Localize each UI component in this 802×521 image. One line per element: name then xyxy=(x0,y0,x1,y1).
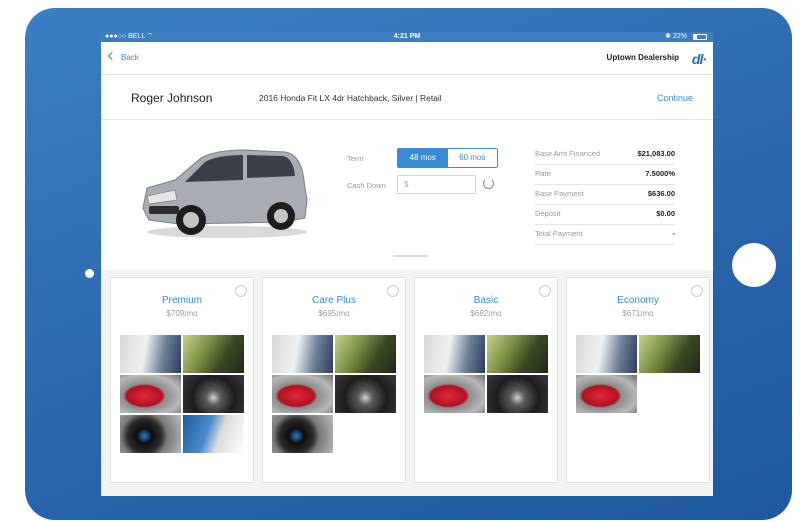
summary-value: $636.00 xyxy=(647,189,675,198)
status-bar: ●●●○○ BELL ⌔ 4:21 PM ✱ 22% xyxy=(101,32,713,42)
chevron-left-icon xyxy=(107,51,117,61)
summary-label: Rate xyxy=(535,169,551,178)
cash-down-input[interactable]: $ xyxy=(397,175,476,194)
camera-dot xyxy=(85,269,94,278)
dealer-name: Uptown Dealership xyxy=(606,53,679,62)
summary-row: Base Amt Financed $21,083.00 xyxy=(535,145,675,165)
taillight-icon xyxy=(576,375,637,413)
car-image xyxy=(142,149,308,238)
term-60-button[interactable]: 60 mos xyxy=(447,149,497,167)
gearshift-icon xyxy=(487,375,548,413)
payment-summary: Base Amt Financed $21,083.00 Rate 7.5000% Ba… xyxy=(535,145,675,245)
home-button[interactable] xyxy=(732,243,776,287)
package-card[interactable]: Care Plus $695/mo xyxy=(262,277,406,483)
summary-row: Rate 7.5000% xyxy=(535,165,675,185)
package-price: $671/mo xyxy=(622,309,654,318)
term-48-button[interactable]: 48 mos xyxy=(398,149,448,167)
summary-row: Base Payment $636.00 xyxy=(535,185,675,205)
summary-row: Deposit $0.00 xyxy=(535,205,675,225)
back-button[interactable]: Back xyxy=(107,51,139,62)
package-name: Economy xyxy=(617,295,659,306)
people-icon xyxy=(576,335,637,373)
road-icon xyxy=(639,335,700,373)
deal-header: Roger Johnson 2016 Honda Fit LX 4dr Hatc… xyxy=(101,75,713,120)
app-screen: ●●●○○ BELL ⌔ 4:21 PM ✱ 22% Back Uptown D… xyxy=(101,32,713,496)
summary-value: - xyxy=(672,229,676,238)
taillight-icon xyxy=(272,375,333,413)
knob-icon xyxy=(272,415,333,453)
status-time: 4:21 PM xyxy=(393,33,421,40)
summary-row: Total Payment - xyxy=(535,225,675,245)
summary-value: $0.00 xyxy=(656,209,675,218)
package-card[interactable]: Economy $671/mo xyxy=(566,277,710,483)
summary-label: Base Amt Financed xyxy=(535,149,601,158)
people-icon xyxy=(424,335,485,373)
customer-name: Roger Johnson xyxy=(131,91,213,105)
package-card[interactable]: Basic $682/mo xyxy=(414,277,558,483)
continue-button[interactable]: Continue xyxy=(657,93,693,103)
nav-bar: Back Uptown Dealership dl· xyxy=(101,42,713,75)
knob-icon xyxy=(120,415,181,453)
summary-label: Base Payment xyxy=(535,189,584,198)
summary-label: Total Payment xyxy=(535,229,583,238)
summary-label: Deposit xyxy=(535,209,561,218)
package-price: $695/mo xyxy=(318,309,350,318)
taillight-icon xyxy=(424,375,485,413)
package-price: $682/mo xyxy=(470,309,502,318)
battery-percent: ✱ 22% xyxy=(665,33,687,40)
term-selector: 48 mos 60 mos xyxy=(397,148,498,168)
road-icon xyxy=(487,335,548,373)
package-name: Basic xyxy=(473,295,499,306)
package-price: $709/mo xyxy=(166,309,198,318)
deal-panel: Term 48 mos 60 mos Cash Down $ Base Amt … xyxy=(101,120,713,273)
battery-icon xyxy=(693,34,707,40)
people-icon xyxy=(272,335,333,373)
cash-down-label: Cash Down xyxy=(347,181,386,190)
packages-area: Premium $709/mo Care Plus $695/mo Basic $682/… xyxy=(101,270,713,496)
package-card[interactable]: Premium $709/mo xyxy=(110,277,254,483)
gearshift-icon xyxy=(183,375,244,413)
back-label: Back xyxy=(121,53,139,62)
brand-logo-icon: dl· xyxy=(691,51,707,67)
gearshift-icon xyxy=(335,375,396,413)
package-name: Premium xyxy=(161,295,202,306)
taillight-icon xyxy=(120,375,181,413)
term-label: Term xyxy=(347,154,364,163)
summary-value: 7.5000% xyxy=(645,169,675,178)
summary-value: $21,083.00 xyxy=(637,149,675,158)
package-name: Care Plus xyxy=(312,295,356,306)
people-icon xyxy=(120,335,181,373)
road-icon xyxy=(335,335,396,373)
refresh-icon[interactable] xyxy=(483,178,494,189)
service-icon xyxy=(183,415,244,453)
drag-handle[interactable] xyxy=(393,255,428,257)
vehicle-description: 2016 Honda Fit LX 4dr Hatchback, Silver … xyxy=(259,93,442,103)
road-icon xyxy=(183,335,244,373)
